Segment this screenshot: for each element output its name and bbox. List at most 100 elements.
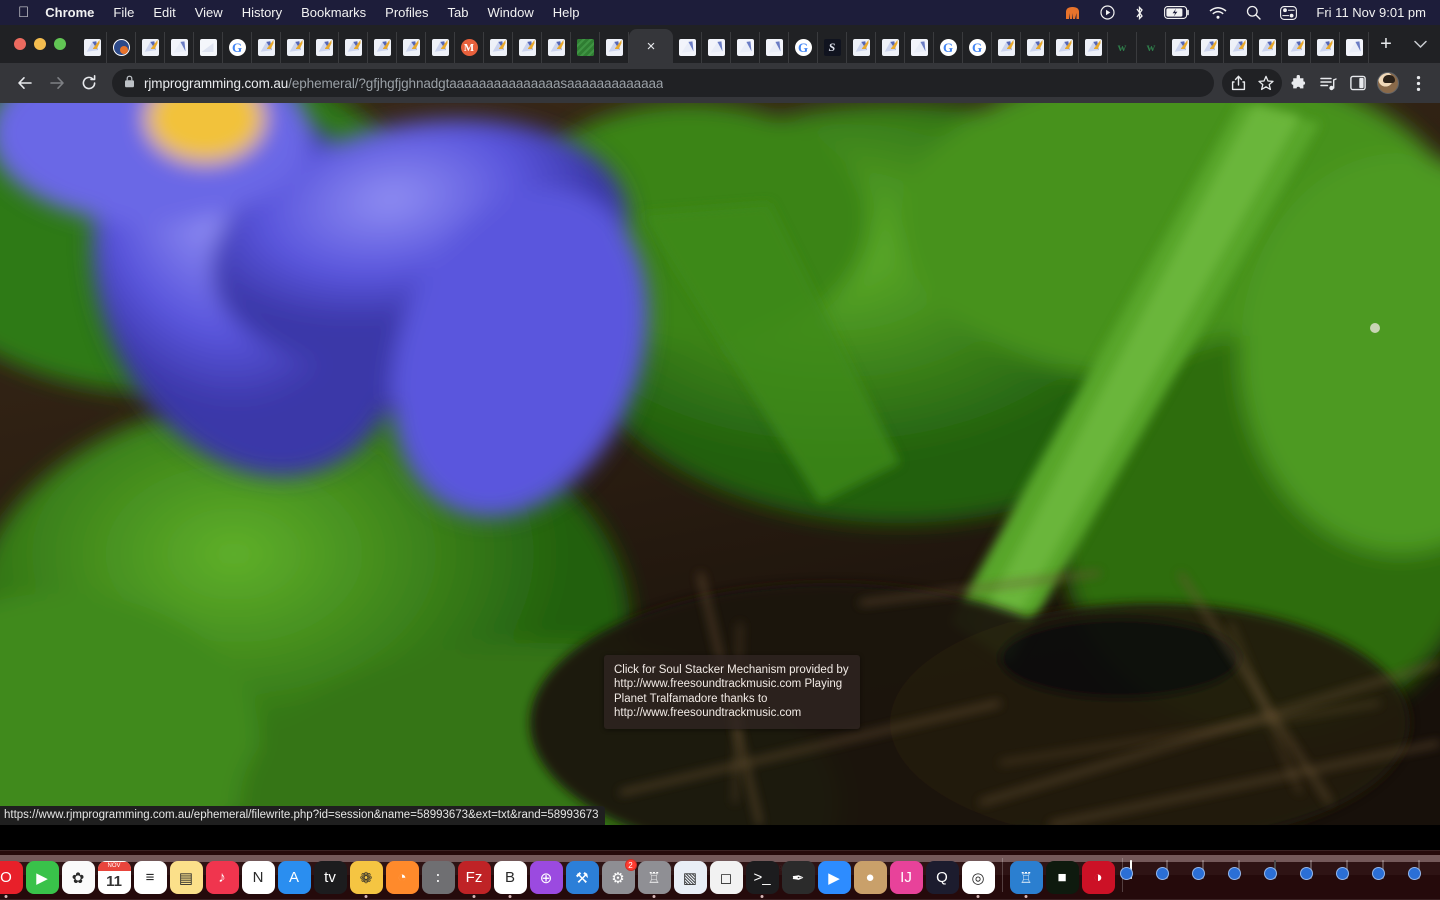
new-tab-button[interactable]: + — [1372, 25, 1400, 63]
tab[interactable] — [1079, 32, 1108, 63]
tab[interactable] — [847, 32, 876, 63]
apple-logo-icon[interactable]:  — [18, 5, 29, 20]
dock-item-intellij[interactable]: IJ — [889, 861, 923, 894]
tab[interactable]: w — [1137, 32, 1166, 63]
battery-charging-icon[interactable] — [1164, 4, 1190, 22]
menu-item-view[interactable]: View — [195, 5, 223, 20]
dock-item-bitwarden[interactable]: B — [493, 861, 527, 898]
tab-search-button[interactable] — [1400, 25, 1440, 63]
dock-item-app-store[interactable]: A — [277, 861, 311, 894]
close-window-button[interactable] — [14, 38, 26, 50]
puzzle-piece-icon[interactable] — [1284, 69, 1312, 97]
dock-item-facetime[interactable]: ▶ — [25, 861, 59, 894]
menu-item-profiles[interactable]: Profiles — [385, 5, 428, 20]
menu-bar-clock[interactable]: Fri 11 Nov 9:01 pm — [1316, 5, 1426, 20]
dock-minimized-window-white-3[interactable] — [1407, 860, 1440, 894]
reload-icon[interactable] — [74, 68, 104, 98]
star-icon[interactable] — [1252, 69, 1280, 97]
menu-item-history[interactable]: History — [242, 5, 282, 20]
tab[interactable] — [484, 32, 513, 63]
dock-item-quicktime[interactable]: Q — [925, 861, 959, 894]
dock-item-textedit[interactable]: ◻ — [709, 861, 743, 894]
tab[interactable] — [876, 32, 905, 63]
dock-item-xcode[interactable]: ⚒ — [565, 861, 599, 894]
dock-item-music[interactable]: ♪ — [205, 861, 239, 894]
tab[interactable]: M — [455, 32, 484, 63]
tab[interactable] — [702, 32, 731, 63]
tab[interactable] — [426, 32, 455, 63]
tab[interactable] — [194, 32, 223, 63]
minimize-window-button[interactable] — [34, 38, 46, 50]
dock-item-chrome[interactable]: ◎ — [961, 861, 995, 898]
tab[interactable] — [165, 32, 194, 63]
dock-item-calendar[interactable]: NOV 11 — [97, 861, 131, 894]
menu-item-help[interactable]: Help — [553, 5, 580, 20]
reading-list-icon[interactable] — [1314, 69, 1342, 97]
dock-item-preview[interactable]: ▧ — [673, 861, 707, 894]
tab[interactable] — [310, 32, 339, 63]
dock-item-folder-app[interactable]: ● — [853, 861, 887, 894]
bluetooth-icon[interactable] — [1134, 4, 1145, 22]
dock-item-terminal-green[interactable]: ■ — [1045, 861, 1079, 894]
tab[interactable] — [1311, 32, 1340, 63]
zoom-window-button[interactable] — [54, 38, 66, 50]
menu-item-tab[interactable]: Tab — [448, 5, 469, 20]
dock-item-gimp[interactable]: ✒ — [781, 861, 815, 894]
wifi-icon[interactable] — [1209, 4, 1227, 22]
tab[interactable] — [1195, 32, 1224, 63]
tab[interactable] — [513, 32, 542, 63]
tab[interactable] — [1253, 32, 1282, 63]
tab[interactable] — [339, 32, 368, 63]
share-icon[interactable] — [1224, 69, 1252, 97]
tab[interactable] — [571, 32, 600, 63]
tab[interactable] — [1166, 32, 1195, 63]
dock-item-reminders[interactable]: ≡ — [133, 861, 167, 894]
tab[interactable]: G — [789, 32, 818, 63]
tab[interactable] — [281, 32, 310, 63]
menu-item-edit[interactable]: Edit — [153, 5, 175, 20]
profile-avatar[interactable] — [1374, 69, 1402, 97]
back-arrow-icon[interactable] — [10, 68, 40, 98]
dock-item-news[interactable]: N — [241, 861, 275, 894]
dock-item-apple-tv[interactable]: tv — [313, 861, 347, 894]
tab[interactable] — [1224, 32, 1253, 63]
tab[interactable] — [542, 32, 571, 63]
tab[interactable] — [673, 32, 702, 63]
dock-item-zoom[interactable]: ▶ — [817, 861, 851, 894]
tab[interactable] — [397, 32, 426, 63]
tab[interactable] — [78, 32, 107, 63]
dock-item-opera[interactable]: O — [0, 861, 23, 898]
dock-item-terminal[interactable]: >_ — [745, 861, 779, 898]
menu-item-chrome[interactable]: Chrome — [45, 5, 94, 20]
menu-item-window[interactable]: Window — [488, 5, 534, 20]
tab[interactable]: S — [818, 32, 847, 63]
menu-item-file[interactable]: File — [113, 5, 134, 20]
tab[interactable] — [760, 32, 789, 63]
tab[interactable] — [905, 32, 934, 63]
three-dot-menu-icon[interactable] — [1404, 69, 1432, 97]
tab[interactable]: w — [1108, 32, 1137, 63]
forward-arrow-icon[interactable] — [42, 68, 72, 98]
tab[interactable] — [1282, 32, 1311, 63]
dock-item-settings[interactable]: ⚙ 2 — [601, 859, 637, 894]
dock-item-mammoth-blue[interactable]: ♖ — [1009, 861, 1043, 898]
tab[interactable] — [136, 32, 165, 63]
tab[interactable] — [1050, 32, 1079, 63]
tab[interactable] — [107, 32, 136, 63]
tab[interactable] — [600, 32, 629, 63]
tab[interactable]: G — [223, 32, 252, 63]
mammoth-icon[interactable] — [1064, 4, 1081, 22]
dock-item-notes[interactable]: ▤ — [169, 861, 203, 894]
tab[interactable]: G — [963, 32, 992, 63]
dock-item-podcasts[interactable]: ⊕ — [529, 861, 563, 894]
tab[interactable]: G — [934, 32, 963, 63]
tab[interactable] — [731, 32, 760, 63]
dock-item-filezilla[interactable]: Fz — [457, 861, 491, 898]
dock-item-paint[interactable]: ❁ — [349, 861, 383, 898]
tab[interactable] — [1340, 32, 1369, 63]
active-tab[interactable]: × — [629, 29, 673, 63]
tab[interactable]: w — [1369, 32, 1372, 63]
page-viewport[interactable]: Click for Soul Stacker Mechanism provide… — [0, 103, 1440, 825]
tab[interactable] — [252, 32, 281, 63]
dock-item-photos[interactable]: ✿ — [61, 861, 95, 894]
